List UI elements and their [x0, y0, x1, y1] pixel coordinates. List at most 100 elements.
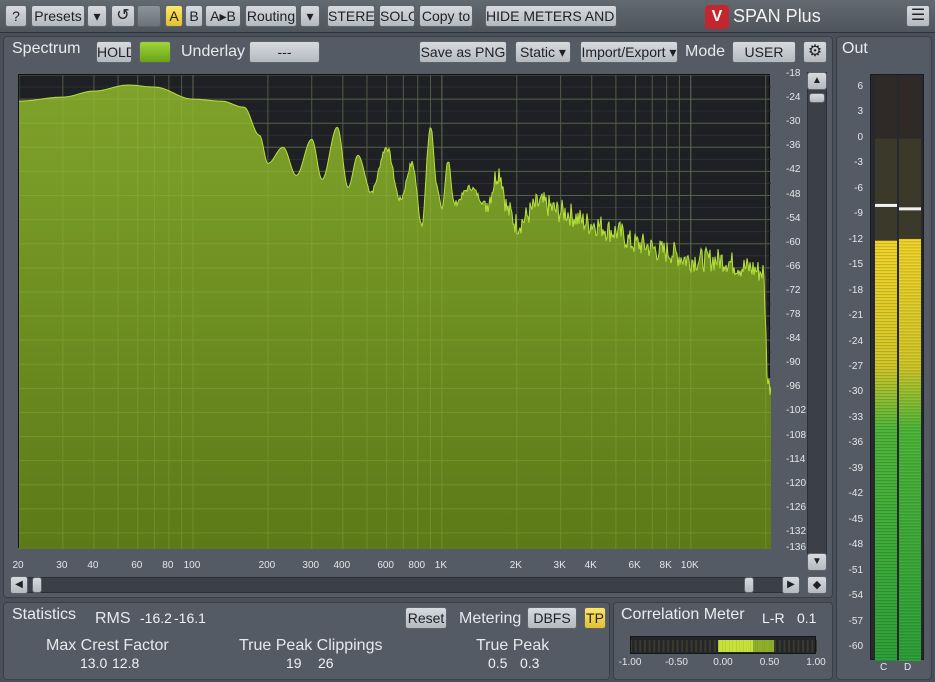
meter-tick-label: -30 [848, 386, 863, 398]
vertical-scrollbar[interactable] [807, 72, 827, 560]
import-export-select[interactable]: Import/Export ▾ [580, 41, 678, 63]
horizontal-scroll-thumb-left[interactable] [32, 577, 42, 593]
x-tick-label: 4K [584, 560, 597, 571]
hold-indicator[interactable] [139, 41, 171, 63]
presets-menu-button[interactable]: ▾ [87, 5, 107, 27]
x-tick-label: 300 [302, 560, 320, 571]
correlation-segment [755, 640, 758, 652]
correlation-segment [746, 640, 749, 652]
reset-view-button[interactable]: ◆ [807, 576, 827, 594]
copy-to-button[interactable]: Copy to [419, 5, 473, 27]
statistics-title: Statistics [12, 606, 77, 623]
meter-tick-label: 6 [857, 80, 863, 92]
correlation-mode[interactable]: L-R [762, 610, 785, 626]
correlation-segment [736, 640, 740, 652]
correlation-segment [720, 640, 723, 652]
correlation-segment [722, 640, 726, 652]
meter-tick-label: -60 [848, 641, 863, 653]
undo-button[interactable]: ↺ [111, 5, 135, 27]
stereo-button[interactable]: STEREO [327, 5, 375, 27]
meter-tick-label: -42 [848, 488, 863, 500]
vertical-scroll-thumb[interactable] [809, 93, 825, 103]
correlation-segment [769, 640, 772, 652]
true-peak-right-value: 0.3 [520, 655, 540, 671]
ab-copy-button[interactable]: A▸B [205, 5, 241, 27]
x-tick-label: 600 [377, 560, 394, 571]
x-tick-label: 3K [553, 560, 566, 571]
out-channel-label-d: D [904, 662, 912, 673]
x-tick-label: 1K [434, 560, 447, 571]
static-select[interactable]: Static ▾ [515, 41, 571, 63]
meter-tick-label: -18 [848, 284, 863, 296]
solo-button[interactable]: SOLO [379, 5, 415, 27]
meter-tick-label: -12 [848, 233, 863, 245]
correlation-segment [762, 640, 765, 652]
rms-left-value: -16.2 [140, 610, 172, 626]
meter-tick-label: -57 [848, 615, 863, 627]
meter-tick-label: -48 [848, 539, 863, 551]
mode-label: Mode [685, 43, 726, 60]
x-tick-label: 6K [628, 560, 641, 571]
out-channel-label-c: C [880, 662, 888, 673]
routing-button[interactable]: Routing [245, 5, 297, 27]
ab-b-button[interactable]: B [185, 5, 203, 27]
scroll-right-button[interactable]: ▶ [782, 576, 800, 594]
help-button[interactable]: ? [5, 5, 27, 27]
ab-a-button[interactable]: A [165, 5, 183, 27]
meter-tick-label: -6 [854, 182, 863, 194]
max-crest-right-value: 12.8 [112, 655, 140, 671]
correlation-segment [741, 640, 744, 652]
scroll-down-button[interactable]: ▼ [807, 553, 827, 571]
true-peak-toggle[interactable]: TP [584, 607, 606, 629]
meter-tick-label: -24 [848, 335, 863, 347]
meter-tick-label: -9 [854, 208, 863, 220]
voxengo-logo: V [705, 5, 729, 29]
correlation-tick-label: -1.00 [618, 657, 642, 668]
hide-meters-button[interactable]: HIDE METERS AND STATS [485, 5, 617, 27]
meter-tick-label: -3 [854, 157, 863, 169]
correlation-segment [729, 640, 733, 652]
save-png-button[interactable]: Save as PNG [419, 41, 507, 63]
reset-stats-button[interactable]: Reset [405, 607, 447, 629]
meter-peak-hold [899, 207, 921, 211]
scroll-up-button[interactable]: ▲ [807, 72, 827, 90]
horizontal-scrollbar[interactable] [12, 577, 800, 593]
correlation-segment [750, 640, 754, 652]
correlation-segment [727, 640, 730, 652]
metering-select[interactable]: DBFS [527, 607, 577, 629]
x-tick-label: 400 [333, 560, 351, 571]
meter-tick-label: -21 [848, 310, 863, 322]
correlation-title: Correlation Meter [621, 606, 745, 623]
x-tick-label: 40 [87, 560, 99, 571]
app-title: SPAN Plus [733, 6, 821, 26]
x-tick-label: 30 [56, 560, 68, 571]
correlation-segment [764, 640, 768, 652]
underlay-select[interactable]: --- [249, 41, 320, 63]
redo-button[interactable] [137, 5, 161, 27]
meter-tick-label: -39 [848, 462, 863, 474]
scroll-left-button[interactable]: ◀ [10, 576, 28, 594]
correlation-segment [748, 640, 751, 652]
tp-clippings-label: True Peak Clippings [239, 637, 383, 654]
correlation-tick-label: 0.00 [713, 657, 733, 668]
correlation-tick-label: 1.00 [806, 657, 826, 668]
meter-tick-label: -27 [848, 361, 863, 372]
mode-select[interactable]: USER [732, 41, 796, 63]
meter-tick-label: -15 [848, 259, 863, 271]
presets-button[interactable]: Presets [31, 5, 85, 27]
horizontal-scroll-thumb-right[interactable] [744, 577, 754, 593]
settings-gear-icon[interactable]: ⚙ [803, 41, 827, 63]
main-menu-button[interactable]: ☰ [906, 5, 930, 27]
max-crest-left-value: 13.0 [80, 655, 108, 671]
meter-tick-label: -51 [848, 564, 863, 576]
x-tick-label: 10K [680, 560, 699, 571]
spectrum-plot[interactable] [18, 74, 771, 549]
meter-peak-hold [875, 203, 897, 207]
correlation-bar [630, 636, 817, 654]
meter-tick-label: -36 [848, 437, 863, 449]
rms-label: RMS [95, 610, 131, 627]
routing-menu-button[interactable]: ▾ [300, 5, 320, 27]
hold-button[interactable]: HOLD [96, 41, 132, 63]
out-meter [870, 74, 924, 661]
correlation-tick-label: -0.50 [665, 657, 688, 668]
